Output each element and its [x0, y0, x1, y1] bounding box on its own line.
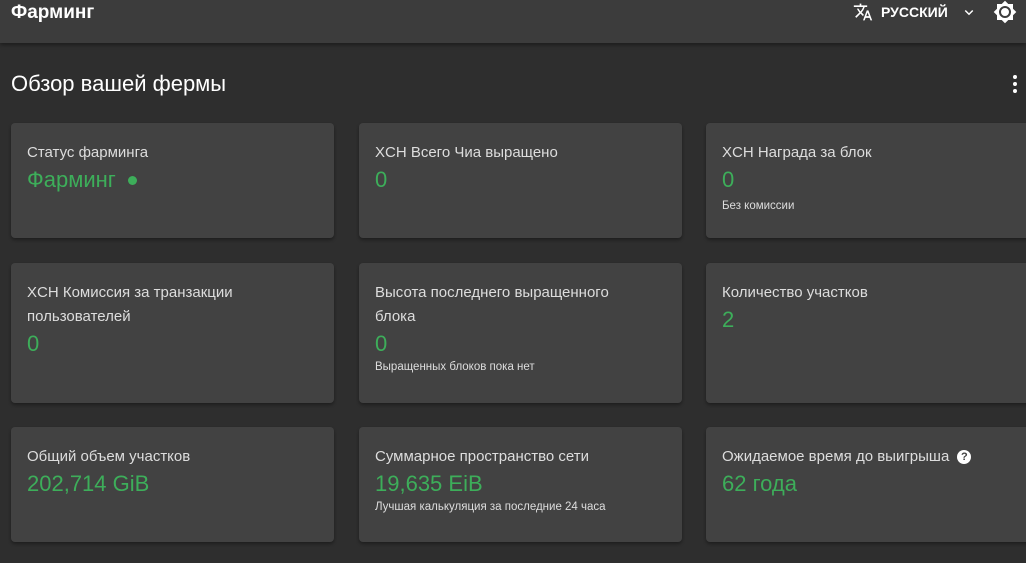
card-label-text: Ожидаемое время до выигрыша	[722, 448, 950, 465]
more-vert-icon[interactable]	[1010, 74, 1020, 94]
card-label: Общий объем участков	[27, 448, 191, 465]
total-plot-size-card: Общий объем участков 202,714 GiB	[11, 427, 334, 542]
card-subtitle: Без комиссии	[722, 200, 795, 212]
plot-count-card: Количество участков 2	[706, 263, 1026, 403]
card-value: 0	[27, 331, 40, 356]
card-label: XCH Всего Чиа выращено	[375, 144, 558, 161]
card-label: XCH Комиссия за транзакции пользователей	[27, 284, 233, 325]
card-label: Ожидаемое время до выигрыша?	[722, 445, 1020, 469]
card-value: 2	[722, 307, 735, 332]
network-space-card: Суммарное пространство сети 19,635 EiB Л…	[359, 427, 682, 542]
card-subtitle: Выращенных блоков пока нет	[375, 361, 535, 373]
card-label: Статус фарминга	[27, 144, 149, 161]
card-value: 202,714 GiB	[27, 471, 150, 496]
card-value: 19,635 EiB	[375, 471, 483, 496]
expected-time-card: Ожидаемое время до выигрыша? 62 года	[706, 427, 1026, 542]
farming-status-card: Статус фарминга Фарминг	[11, 123, 334, 238]
user-fees-card: XCH Комиссия за транзакции пользователей…	[11, 263, 334, 403]
card-label: Высота последнего выращенного блока	[375, 284, 609, 325]
card-value: 0	[375, 331, 388, 356]
card-value: Фарминг	[27, 166, 318, 194]
block-reward-card: XCH Награда за блок 0 Без комиссии	[706, 123, 1026, 238]
help-icon[interactable]: ?	[957, 450, 972, 464]
card-value: 62 года	[722, 471, 797, 496]
card-value: 0	[375, 167, 388, 192]
page-title: Обзор вашей фермы	[11, 71, 227, 96]
app-title: Фарминг	[11, 2, 95, 23]
card-label: XCH Награда за блок	[722, 144, 872, 161]
status-dot-icon	[127, 175, 137, 185]
card-label: Количество участков	[722, 284, 868, 301]
language-label: РУССКИЙ	[881, 4, 948, 20]
card-subtitle: Лучшая калькуляция за последние 24 часа	[375, 501, 606, 513]
translate-icon	[853, 3, 873, 21]
settings-icon[interactable]	[993, 0, 1017, 24]
card-value: 0	[722, 167, 735, 192]
total-chia-farmed-card: XCH Всего Чиа выращено 0	[359, 123, 682, 238]
chevron-down-icon	[964, 9, 974, 16]
card-label: Суммарное пространство сети	[375, 448, 590, 465]
farming-status-value: Фарминг	[27, 167, 116, 192]
language-selector[interactable]: РУССКИЙ	[853, 0, 978, 24]
top-app-bar: Фарминг РУССКИЙ	[0, 0, 1026, 43]
last-height-card: Высота последнего выращенного блока 0 Вы…	[359, 263, 682, 403]
